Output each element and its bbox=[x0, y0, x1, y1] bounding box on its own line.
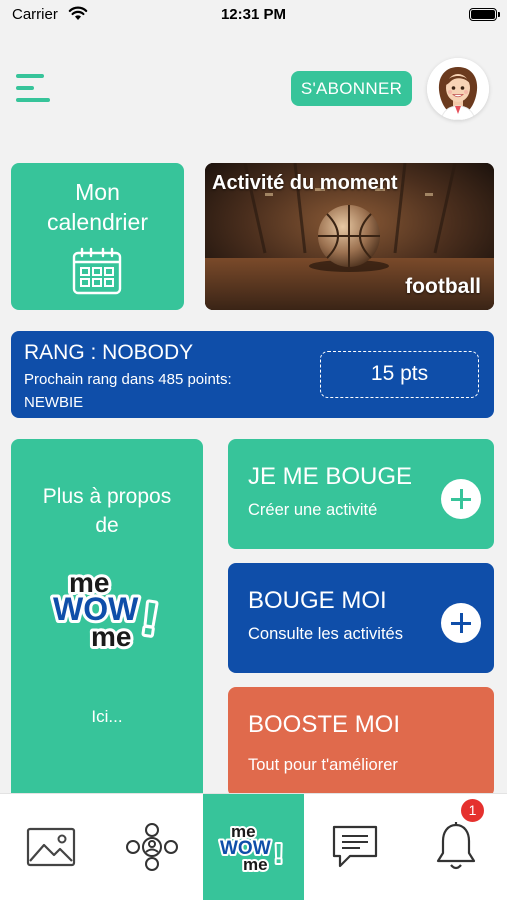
bell-icon bbox=[436, 822, 475, 870]
je-me-bouge-card[interactable]: JE ME BOUGE Créer une activité bbox=[228, 439, 494, 549]
rank-card: RANG : NOBODY Prochain rang dans 485 poi… bbox=[11, 331, 494, 418]
bouge-moi-card[interactable]: BOUGE MOI Consulte les activités bbox=[228, 563, 494, 673]
svg-text:!: ! bbox=[139, 592, 161, 646]
svg-text:me: me bbox=[243, 855, 268, 874]
mewowme-logo: me WOW me ! bbox=[50, 564, 164, 652]
notification-badge: 1 bbox=[459, 797, 486, 824]
subscribe-button[interactable]: S'ABONNER bbox=[291, 71, 412, 106]
menu-icon[interactable] bbox=[16, 72, 52, 104]
je-me-bouge-title: JE ME BOUGE bbox=[248, 463, 413, 490]
about-title-line2: de bbox=[95, 514, 119, 537]
activity-title: Activité du moment bbox=[212, 172, 398, 194]
svg-text:!: ! bbox=[274, 838, 283, 869]
mewowme-logo: me WOW me ! bbox=[218, 820, 285, 874]
tab-messages[interactable] bbox=[304, 794, 405, 900]
avatar-illustration bbox=[427, 58, 489, 120]
about-link[interactable]: Ici... bbox=[11, 707, 203, 727]
activity-name: football bbox=[405, 275, 481, 298]
about-title: Plus à propos de bbox=[11, 482, 203, 540]
about-card[interactable]: Plus à propos de me WOW me ! Ici... bbox=[11, 439, 203, 799]
calendar-card-title: Mon calendrier bbox=[11, 177, 184, 237]
svg-text:me: me bbox=[91, 621, 131, 652]
points-badge: 15 pts bbox=[320, 351, 479, 398]
calendar-title-line1: Mon bbox=[75, 179, 120, 205]
about-title-line1: Plus à propos bbox=[42, 485, 172, 508]
plus-icon[interactable] bbox=[441, 479, 481, 519]
calendar-card[interactable]: Mon calendrier bbox=[11, 163, 184, 310]
booste-moi-card[interactable]: BOOSTE MOI Tout pour t'améliorer bbox=[228, 687, 494, 797]
calendar-title-line2: calendrier bbox=[47, 209, 148, 235]
calendar-icon bbox=[72, 247, 122, 295]
bouge-moi-subtitle: Consulte les activités bbox=[248, 625, 403, 643]
bouge-moi-title: BOUGE MOI bbox=[248, 587, 387, 614]
battery-icon bbox=[469, 8, 500, 21]
gallery-icon bbox=[26, 827, 75, 867]
avatar[interactable] bbox=[427, 58, 489, 120]
status-bar: Carrier 12:31 PM bbox=[0, 0, 507, 32]
tab-home[interactable]: me WOW me ! bbox=[203, 794, 304, 900]
tab-bar: me WOW me ! bbox=[0, 793, 507, 900]
booste-moi-title: BOOSTE MOI bbox=[248, 711, 401, 738]
chat-icon bbox=[332, 825, 377, 868]
rank-title: RANG : NOBODY bbox=[24, 341, 194, 364]
tab-gallery[interactable] bbox=[0, 794, 101, 900]
tab-community[interactable] bbox=[101, 794, 202, 900]
je-me-bouge-subtitle: Créer une activité bbox=[248, 501, 378, 519]
community-icon bbox=[125, 823, 178, 871]
clock-label: 12:31 PM bbox=[220, 6, 287, 23]
activity-card[interactable]: Activité du moment football bbox=[205, 163, 494, 310]
booste-moi-subtitle: Tout pour t'améliorer bbox=[248, 756, 398, 774]
next-rank-name: NEWBIE bbox=[24, 394, 84, 411]
tab-notifications[interactable] bbox=[405, 794, 506, 900]
next-rank-text: Prochain rang dans 485 points: bbox=[24, 371, 232, 388]
plus-icon[interactable] bbox=[441, 603, 481, 643]
